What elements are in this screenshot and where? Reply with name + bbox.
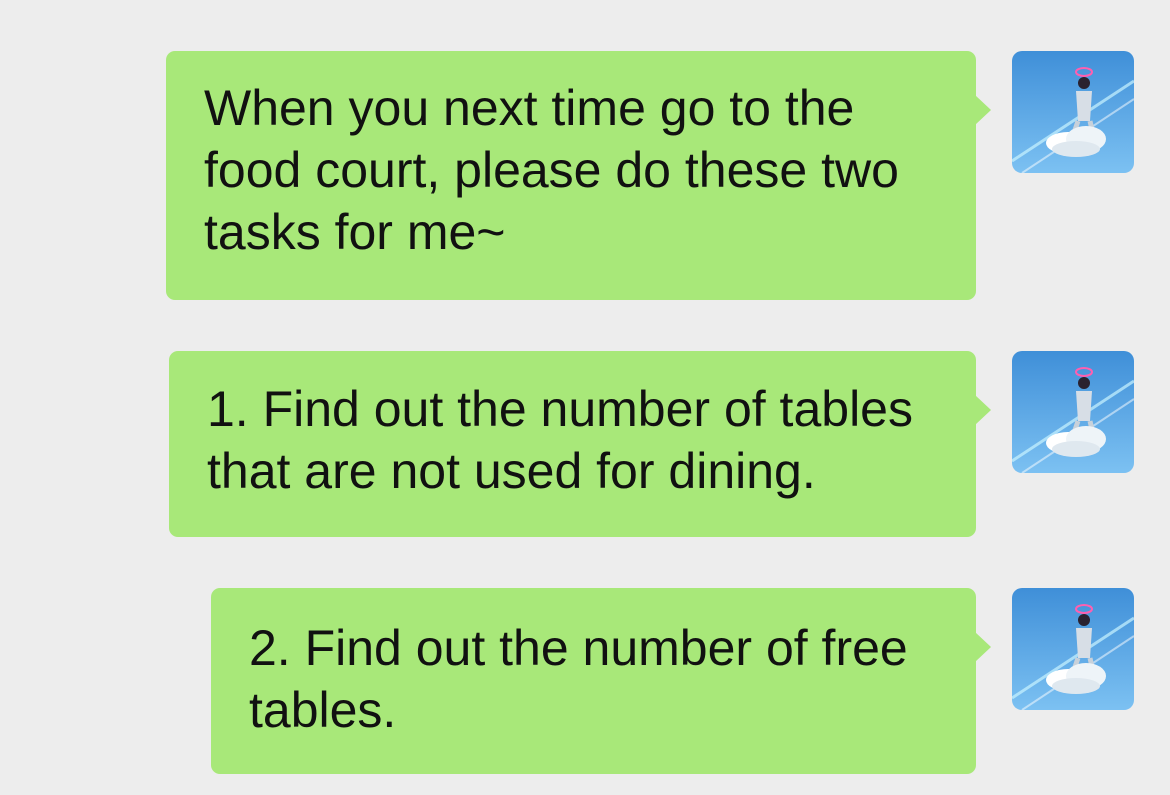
message-row: When you next time go to the food court,…: [166, 51, 1134, 300]
message-row: 1. Find out the number of tables that ar…: [169, 351, 1134, 537]
angel-on-cloud-avatar-icon: [1012, 588, 1134, 710]
message-text: When you next time go to the food court,…: [204, 80, 899, 260]
angel-on-cloud-avatar-icon: [1012, 51, 1134, 173]
message-bubble[interactable]: When you next time go to the food court,…: [166, 51, 991, 300]
message-bubble[interactable]: 2. Find out the number of free tables.: [211, 588, 991, 774]
message-text: 2. Find out the number of free tables.: [249, 620, 908, 738]
chat-view: When you next time go to the food court,…: [0, 0, 1170, 795]
message-row: 2. Find out the number of free tables.: [211, 588, 1134, 774]
avatar[interactable]: [1012, 51, 1134, 173]
message-bubble[interactable]: 1. Find out the number of tables that ar…: [169, 351, 991, 537]
avatar[interactable]: [1012, 351, 1134, 473]
angel-on-cloud-avatar-icon: [1012, 351, 1134, 473]
message-text: 1. Find out the number of tables that ar…: [207, 381, 913, 499]
avatar[interactable]: [1012, 588, 1134, 710]
